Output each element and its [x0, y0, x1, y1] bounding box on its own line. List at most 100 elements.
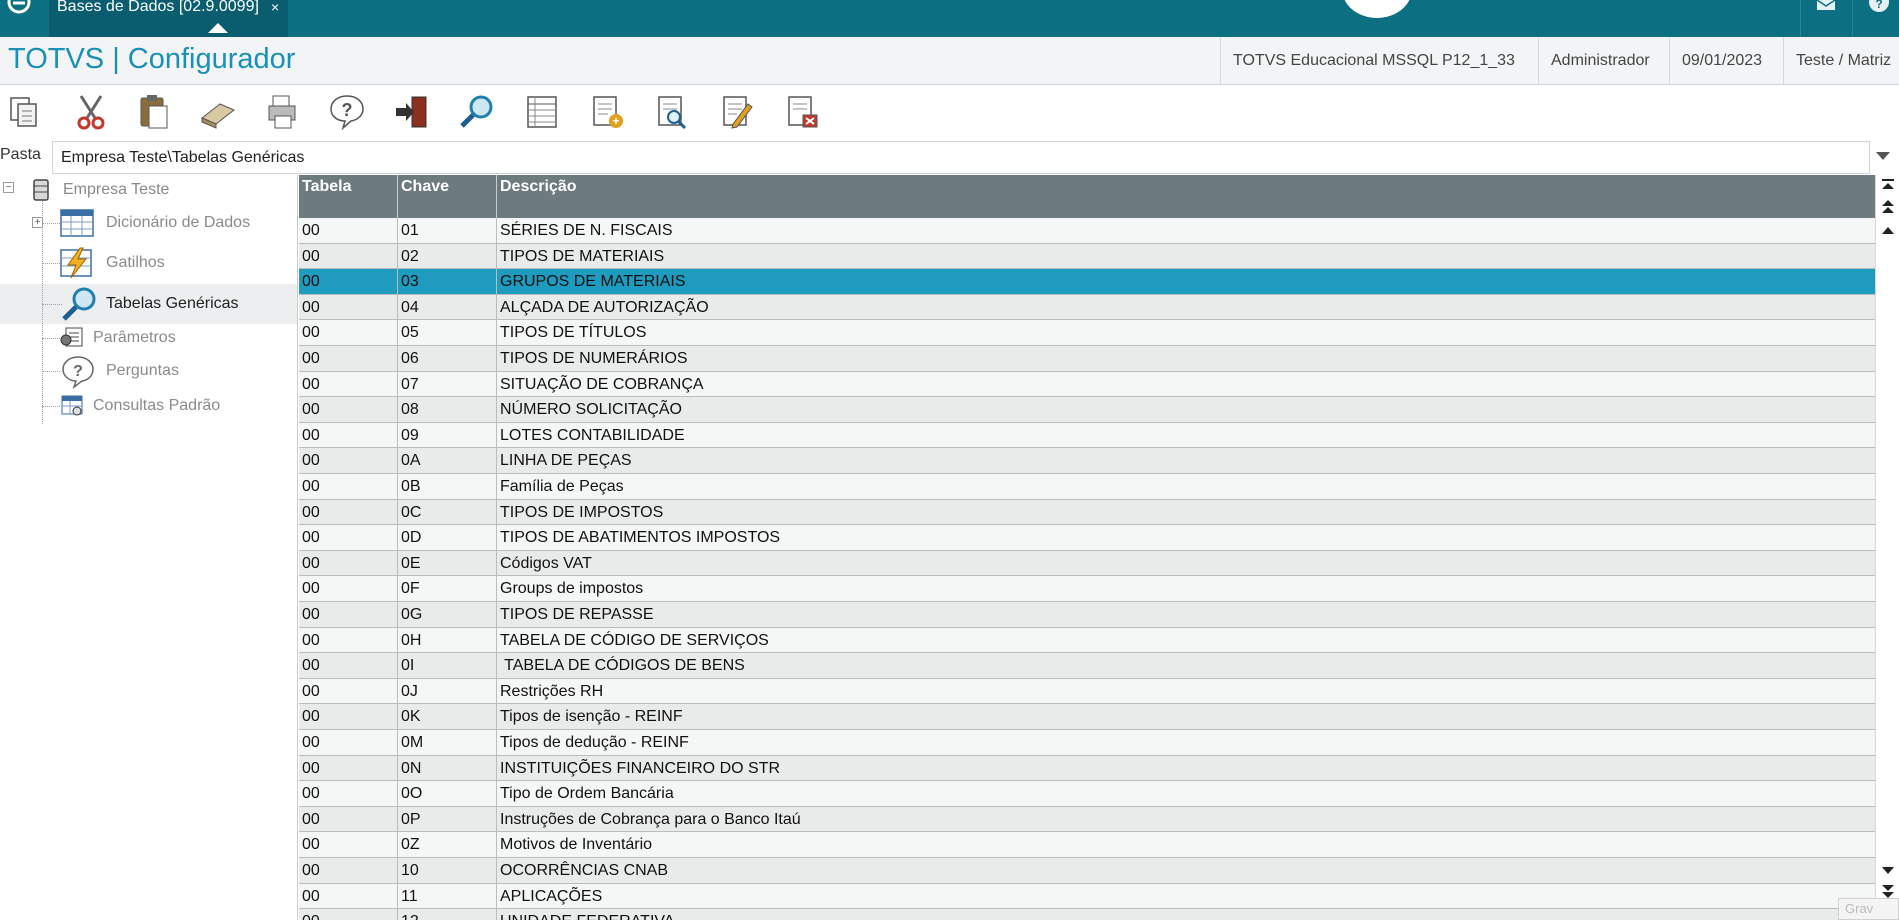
- column-header-tabela[interactable]: Tabela: [299, 175, 398, 218]
- copy-icon[interactable]: [5, 92, 45, 132]
- table-row[interactable]: 0006TIPOS DE NUMERÁRIOS: [299, 346, 1875, 372]
- tree-connector: [42, 304, 62, 305]
- column-header-chave[interactable]: Chave: [398, 175, 497, 218]
- scroll-up-icon[interactable]: [1879, 223, 1897, 239]
- topbar-divider: [1852, 0, 1853, 37]
- delete-document-icon[interactable]: [782, 92, 822, 132]
- paste-icon[interactable]: [134, 92, 174, 132]
- help-icon[interactable]: ?: [1868, 0, 1890, 14]
- table-row[interactable]: 0007SITUAÇÃO DE COBRANÇA: [299, 372, 1875, 398]
- column-header-descricao[interactable]: Descrição: [497, 175, 1875, 218]
- table-row[interactable]: 0009LOTES CONTABILIDADE: [299, 423, 1875, 449]
- help-icon[interactable]: ?: [327, 92, 367, 132]
- table-row[interactable]: 000NINSTITUIÇÕES FINANCEIRO DO STR: [299, 756, 1875, 782]
- cell-descricao: Instruções de Cobrança para o Banco Itaú: [497, 807, 1875, 832]
- table-row[interactable]: 0004ALÇADA DE AUTORIZAÇÃO: [299, 295, 1875, 321]
- cell-tabela: 00: [299, 218, 398, 243]
- cell-tabela: 00: [299, 781, 398, 806]
- cell-chave: 0K: [398, 704, 497, 729]
- tree-collapse-toggle[interactable]: −: [3, 182, 14, 193]
- add-document-icon[interactable]: +: [587, 92, 627, 132]
- cell-descricao: TIPOS DE REPASSE: [497, 602, 1875, 627]
- table-row[interactable]: 0005TIPOS DE TÍTULOS: [299, 320, 1875, 346]
- user-label[interactable]: Administrador: [1538, 37, 1662, 84]
- cell-tabela: 00: [299, 551, 398, 576]
- list-icon[interactable]: [522, 92, 562, 132]
- tree-connector: [42, 223, 62, 224]
- tab-bases-de-dados[interactable]: Bases de Dados [02.9.0099] ×: [49, 0, 288, 37]
- edit-document-icon[interactable]: [717, 92, 757, 132]
- scroll-down-icon[interactable]: [1879, 863, 1897, 879]
- table-row[interactable]: 000DTIPOS DE ABATIMENTOS IMPOSTOS: [299, 525, 1875, 551]
- cell-chave: 0D: [398, 525, 497, 550]
- tree-item-consultas-padrao[interactable]: Consultas Padrão: [93, 397, 220, 415]
- vertical-scrollbar[interactable]: [1875, 175, 1899, 920]
- table-row[interactable]: 0012UNIDADE FEDERATIVA: [299, 909, 1875, 920]
- tree-connector: [42, 263, 62, 264]
- table-row[interactable]: 000FGroups de impostos: [299, 576, 1875, 602]
- table-row[interactable]: 0010OCORRÊNCIAS CNAB: [299, 858, 1875, 884]
- exit-icon[interactable]: [392, 92, 432, 132]
- chevron-down-icon[interactable]: [1876, 152, 1890, 160]
- view-document-icon[interactable]: [652, 92, 692, 132]
- cell-descricao: Tipos de isenção - REINF: [497, 704, 1875, 729]
- tree-item-gatilhos[interactable]: Gatilhos: [106, 254, 165, 272]
- cut-icon[interactable]: [71, 92, 111, 132]
- table-row[interactable]: 000GTIPOS DE REPASSE: [299, 602, 1875, 628]
- table-row[interactable]: 0008NÚMERO SOLICITAÇÃO: [299, 397, 1875, 423]
- cell-chave: 03: [398, 269, 497, 294]
- pasta-label: Pasta: [0, 146, 41, 164]
- cell-chave: 11: [398, 884, 497, 909]
- tab-label: Bases de Dados [02.9.0099]: [57, 0, 259, 15]
- svg-text:?: ?: [73, 363, 83, 380]
- table-row[interactable]: 0001SÉRIES DE N. FISCAIS: [299, 218, 1875, 244]
- table-row[interactable]: 000ALINHA DE PEÇAS: [299, 448, 1875, 474]
- cell-descricao: NÚMERO SOLICITAÇÃO: [497, 397, 1875, 422]
- cell-tabela: 00: [299, 448, 398, 473]
- date-label[interactable]: 09/01/2023: [1669, 37, 1774, 84]
- search-icon[interactable]: [457, 92, 497, 132]
- table-row[interactable]: 000BFamília de Peças: [299, 474, 1875, 500]
- scroll-top-icon[interactable]: [1879, 178, 1897, 194]
- table-row[interactable]: 000ZMotivos de Inventário: [299, 832, 1875, 858]
- table-row[interactable]: 0003GRUPOS DE MATERIAIS: [299, 269, 1875, 295]
- environment-label[interactable]: TOTVS Educacional MSSQL P12_1_33: [1220, 37, 1527, 84]
- table-row[interactable]: 0002TIPOS DE MATERIAIS: [299, 244, 1875, 270]
- tree-item-tabelas-genericas[interactable]: Tabelas Genéricas: [106, 295, 239, 313]
- company-label[interactable]: Teste / Matriz: [1783, 37, 1899, 84]
- cell-tabela: 00: [299, 423, 398, 448]
- pasta-select[interactable]: Empresa Teste\Tabelas Genéricas: [52, 141, 1870, 174]
- table-row[interactable]: 000HTABELA DE CÓDIGO DE SERVIÇOS: [299, 628, 1875, 654]
- cell-chave: 10: [398, 858, 497, 883]
- table-row[interactable]: 000MTipos de dedução - REINF: [299, 730, 1875, 756]
- table-row[interactable]: 000OTipo de Ordem Bancária: [299, 781, 1875, 807]
- cell-descricao: TABELA DE CÓDIGO DE SERVIÇOS: [497, 628, 1875, 653]
- table-row[interactable]: 000PInstruções de Cobrança para o Banco …: [299, 807, 1875, 833]
- tree-root-empresa-teste[interactable]: Empresa Teste: [63, 181, 169, 199]
- scroll-page-up-icon[interactable]: [1879, 199, 1897, 215]
- tab-close-icon[interactable]: ×: [271, 0, 279, 14]
- cell-chave: 0B: [398, 474, 497, 499]
- cell-chave: 02: [398, 244, 497, 269]
- mail-icon[interactable]: [1815, 0, 1837, 14]
- tree-item-dicionario-de-dados[interactable]: Dicionário de Dados: [106, 214, 250, 232]
- cell-tabela: 00: [299, 628, 398, 653]
- table-row[interactable]: 000CTIPOS DE IMPOSTOS: [299, 500, 1875, 526]
- table-row[interactable]: 0011APLICAÇÕES: [299, 884, 1875, 910]
- cell-tabela: 00: [299, 372, 398, 397]
- cell-descricao: TIPOS DE IMPOSTOS: [497, 500, 1875, 525]
- table-row[interactable]: 000I TABELA DE CÓDIGOS DE BENS: [299, 653, 1875, 679]
- table-row[interactable]: 000KTipos de isenção - REINF: [299, 704, 1875, 730]
- eraser-icon[interactable]: [198, 92, 238, 132]
- cell-descricao: Motivos de Inventário: [497, 832, 1875, 857]
- cell-chave: 0P: [398, 807, 497, 832]
- tree-connector: [42, 338, 60, 339]
- database-icon: [32, 178, 50, 202]
- tree-item-parametros[interactable]: Parâmetros: [93, 329, 176, 347]
- tree-expand-toggle[interactable]: +: [32, 217, 43, 228]
- print-icon[interactable]: [263, 92, 303, 132]
- table-row[interactable]: 000JRestrições RH: [299, 679, 1875, 705]
- tree-item-perguntas[interactable]: Perguntas: [106, 362, 179, 380]
- app-logo-icon[interactable]: [6, 0, 32, 14]
- table-row[interactable]: 000ECódigos VAT: [299, 551, 1875, 577]
